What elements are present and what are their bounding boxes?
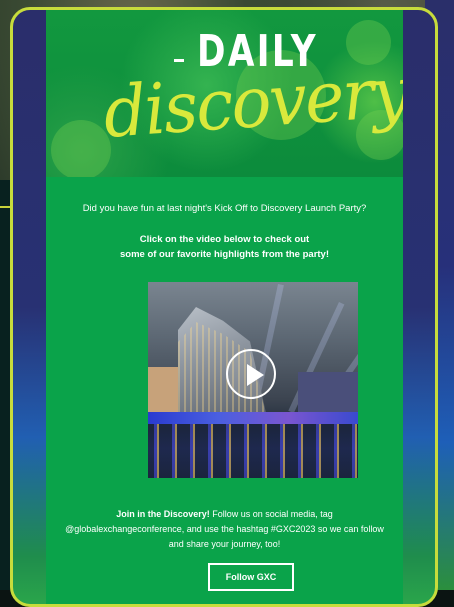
intro-text: Did you have fun at last night's Kick Of…	[82, 203, 367, 214]
highlight-line-1: Click on the video below to check out	[139, 234, 310, 245]
header-banner: DAILY discovery	[46, 10, 403, 177]
join-bold: Join in the Discovery!	[116, 509, 210, 519]
join-line-1-rest: Follow us on social media, tag	[209, 509, 333, 519]
title-dash-mark	[174, 59, 184, 62]
water-reflection	[148, 424, 358, 478]
join-text: Join in the Discovery! Follow us on soci…	[46, 507, 403, 552]
lit-shoreline	[148, 412, 358, 424]
play-icon	[247, 364, 264, 386]
video-thumbnail[interactable]	[148, 282, 358, 478]
highlight-line-2: some of our favorite highlights from the…	[119, 249, 329, 260]
email-body: DAILY discovery Did you have fun at last…	[46, 10, 403, 604]
play-button[interactable]	[226, 349, 276, 399]
join-line-3: and share your journey, too!	[168, 539, 281, 549]
follow-gxc-button[interactable]: Follow GXC	[208, 563, 294, 591]
email-preview-card: DAILY discovery Did you have fun at last…	[10, 7, 438, 607]
join-line-1: Join in the Discovery! Follow us on soci…	[46, 507, 403, 522]
join-line-2: @globalexchangeconference, and use the h…	[65, 524, 384, 534]
highlight-text: Click on the video below to check out so…	[46, 232, 403, 262]
bokeh-light	[51, 120, 111, 177]
